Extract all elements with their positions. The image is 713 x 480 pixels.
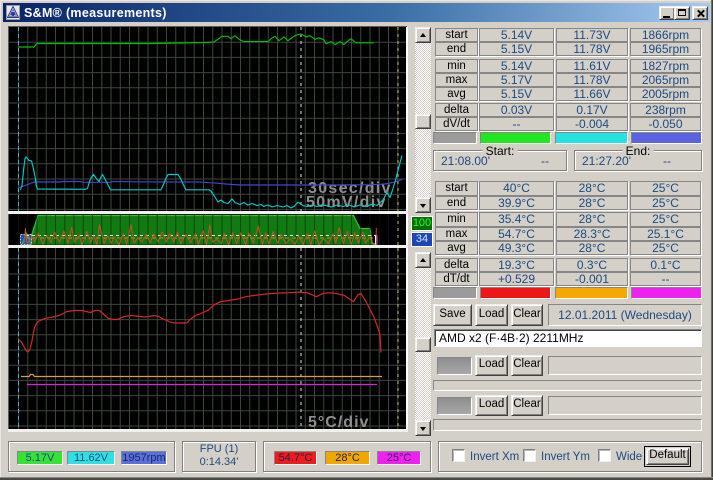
svg-text:5°C/div: 5°C/div: [308, 414, 369, 429]
svg-text:50mV/div: 50mV/div: [306, 194, 387, 211]
